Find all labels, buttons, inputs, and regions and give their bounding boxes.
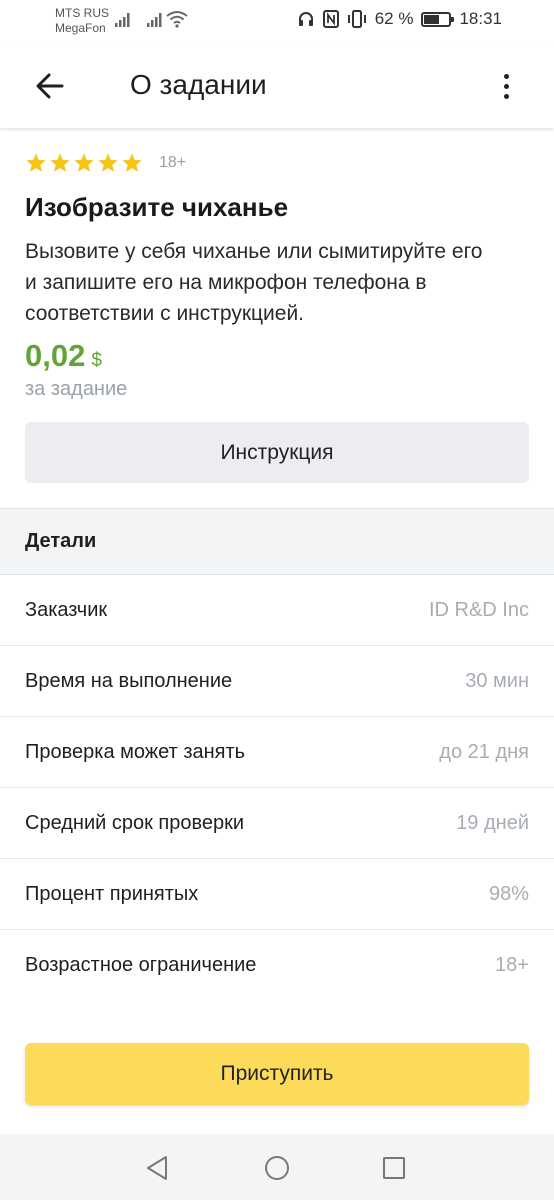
detail-label: Процент принятых: [25, 882, 199, 905]
task-card: 18+ Изобразите чиханье Вызовите у себя ч…: [0, 128, 554, 508]
detail-label: Средний срок проверки: [25, 811, 245, 834]
details-section: Детали Заказчик ID R&D Inc Время на выпо…: [0, 508, 554, 1134]
battery-icon: [421, 11, 455, 27]
headphones-icon: [298, 12, 313, 26]
signal-icon: [147, 13, 162, 27]
star-icon: [74, 153, 94, 172]
detail-label: Время на выполнение: [25, 669, 233, 692]
nav-home-button[interactable]: [263, 1154, 291, 1182]
rating-row: 18+: [25, 152, 186, 174]
rating-stars: [25, 152, 143, 174]
price-caption: за задание: [25, 378, 128, 400]
recents-square-icon: [383, 1157, 405, 1179]
status-right: 62 % 18:31: [297, 9, 502, 29]
detail-row-age-limit: Возрастное ограничение 18+: [0, 930, 554, 1001]
more-options-button[interactable]: [486, 66, 526, 106]
more-vertical-icon: [503, 73, 509, 79]
detail-value: 98%: [488, 882, 529, 905]
detail-row-review-max: Проверка может занять до 21 дня: [0, 717, 554, 788]
detail-value: ID R&D Inc: [428, 598, 529, 621]
detail-label: Проверка может занять: [25, 740, 246, 763]
status-bar: MTS RUS MegaFon 62 % 18:31: [0, 0, 554, 42]
star-icon: [98, 153, 118, 172]
back-button[interactable]: [30, 66, 70, 106]
detail-value: 18+: [495, 954, 529, 976]
carrier-1: MTS RUS: [55, 6, 109, 20]
clock: 18:31: [459, 9, 502, 28]
app-bar: О задании: [0, 42, 554, 128]
detail-row-time-limit: Время на выполнение 30 мин: [0, 646, 554, 717]
detail-row-accept-rate: Процент принятых 98%: [0, 859, 554, 930]
signal-icon: [115, 13, 130, 27]
task-title: Изобразите чиханье: [25, 192, 289, 222]
system-nav-bar: [0, 1134, 554, 1200]
vibrate-icon: [347, 10, 366, 28]
nfc-icon: [322, 10, 339, 28]
back-triangle-icon: [147, 1156, 167, 1180]
star-icon: [26, 153, 46, 172]
detail-value: 30 мин: [465, 669, 529, 692]
detail-row-review-avg: Средний срок проверки 19 дней: [0, 788, 554, 859]
page-title: О задании: [130, 69, 267, 100]
carrier-info: MTS RUS MegaFon: [55, 6, 109, 36]
nav-back-button[interactable]: [143, 1154, 171, 1182]
nav-recents-button[interactable]: [380, 1154, 408, 1182]
detail-label: Возрастное ограничение: [25, 954, 257, 976]
carrier-2: MegaFon: [55, 21, 106, 35]
wifi-icon: [166, 11, 188, 28]
detail-row-customer: Заказчик ID R&D Inc: [0, 575, 554, 646]
detail-value: до 21 дня: [439, 740, 529, 763]
star-icon: [122, 153, 142, 172]
details-header: Детали: [0, 509, 554, 575]
battery-percent: 62 %: [374, 9, 414, 28]
task-price: 0,02 $: [25, 338, 102, 374]
home-circle-icon: [265, 1156, 289, 1180]
arrow-left-icon: [36, 73, 64, 99]
star-icon: [50, 153, 70, 172]
start-button[interactable]: Приступить: [25, 1043, 529, 1105]
price-value: 0,02: [25, 338, 86, 373]
detail-label: Заказчик: [25, 598, 108, 621]
detail-value: 19 дней: [456, 811, 529, 834]
task-description: Вызовите у себя чиханье или сымитируйте …: [25, 240, 483, 325]
instruction-button[interactable]: Инструкция: [25, 422, 529, 483]
age-limit-badge: 18+: [159, 154, 187, 171]
price-currency: $: [91, 350, 102, 371]
